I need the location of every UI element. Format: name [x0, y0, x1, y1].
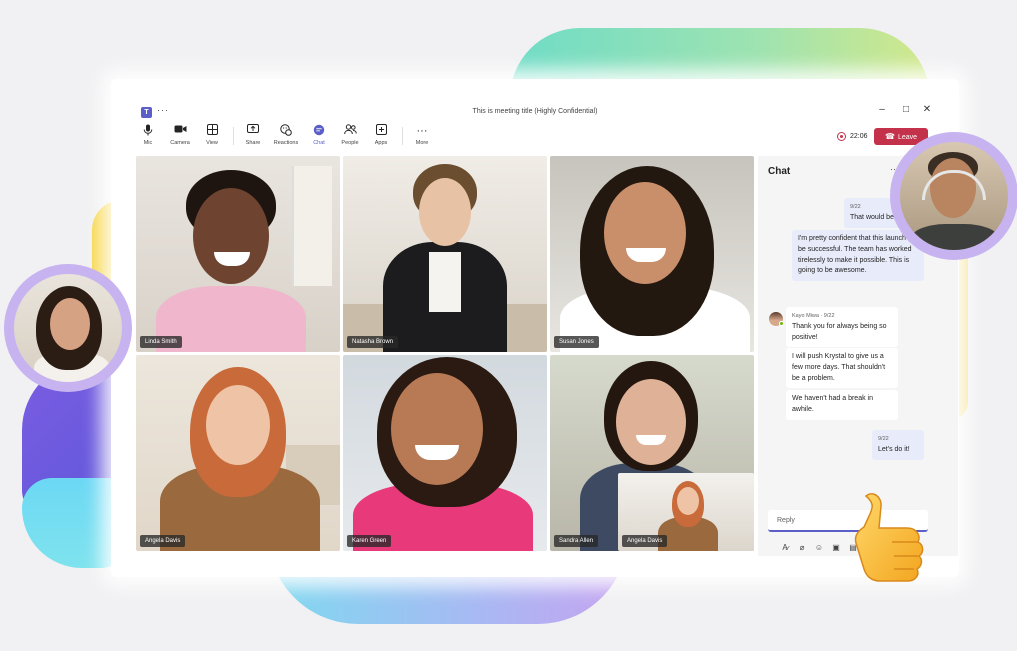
reactions-label: Reactions: [273, 140, 299, 146]
video-tile[interactable]: Natasha Brown: [343, 156, 547, 352]
participant-name: Sandra Allen: [554, 535, 599, 547]
thumbs-up-icon: [848, 490, 944, 594]
more-icon: ···: [416, 125, 428, 137]
message-time: 9/22: [878, 436, 889, 442]
mic-label: Mic: [143, 140, 153, 146]
people-icon: [333, 124, 367, 138]
view-label: View: [206, 140, 218, 146]
face: [419, 178, 471, 246]
share-label: Share: [245, 140, 261, 146]
hang-up-icon: ☎: [884, 132, 895, 141]
chat-message: 9/22 Let's do it!: [872, 430, 924, 460]
apps-label: Apps: [374, 140, 388, 146]
toolbar-divider: [233, 127, 234, 145]
meeting-title: This is meeting title (Highly Confidenti…: [472, 108, 598, 115]
floating-participant-avatar: [890, 132, 1017, 260]
apps-icon: [364, 124, 398, 138]
maximize-button[interactable]: □: [899, 104, 913, 115]
face: [50, 298, 90, 350]
participant-name: Linda Smith: [140, 336, 182, 348]
video-tile[interactable]: Angela Davis Sandra Allen: [550, 355, 754, 551]
face: [391, 373, 483, 485]
share-button[interactable]: Share: [236, 124, 270, 146]
self-view-video[interactable]: Angela Davis: [618, 473, 754, 551]
avatar: [14, 274, 122, 382]
shirt: [910, 224, 1000, 250]
chat-message: Kayo Miwa · 9/22 Thank you for always be…: [786, 307, 898, 348]
decorative-blob-blue: [22, 478, 122, 568]
face: [677, 487, 699, 515]
message-text: I'm pretty confident that this launch wi…: [798, 235, 918, 275]
minimize-button[interactable]: –: [875, 104, 889, 115]
face: [193, 188, 269, 284]
participant-video: [343, 355, 547, 551]
message-text: I will push Krystal to give us a few mor…: [792, 353, 886, 382]
close-button[interactable]: ✕: [920, 104, 934, 115]
video-tile[interactable]: Susan Jones: [550, 156, 754, 352]
message-text: Let's do it!: [878, 445, 910, 453]
apps-button[interactable]: Apps: [364, 124, 398, 146]
leave-label: Leave: [897, 134, 918, 141]
recording-icon: [837, 132, 846, 141]
message-text: Thank you for always being so positive!: [792, 322, 887, 341]
grid-view-icon: [195, 124, 229, 138]
meeting-toolbar: Mic Camera View Share Reactions Chat Peo…: [111, 124, 959, 154]
participant-video: [136, 156, 340, 352]
participant-name: Angela Davis: [140, 535, 186, 547]
format-icon[interactable]: A̷: [778, 543, 792, 552]
message-text: We haven't had a break in awhile.: [792, 395, 873, 413]
participant-name: Natasha Brown: [347, 336, 399, 348]
title-bar: T ··· This is meeting title (Highly Conf…: [111, 79, 959, 118]
face: [604, 182, 686, 284]
participant-video: [550, 156, 754, 352]
gif-icon[interactable]: ▣: [829, 543, 843, 552]
participant-name: Karen Green: [347, 535, 392, 547]
share-screen-icon: [236, 124, 270, 138]
chat-button[interactable]: Chat: [302, 124, 336, 146]
view-button[interactable]: View: [195, 124, 229, 146]
microphone-icon: [131, 124, 165, 138]
blouse: [429, 252, 461, 312]
bookshelf: [292, 166, 332, 286]
video-grid: Linda Smith Natasha Brown Susan Jones An…: [136, 156, 757, 552]
attach-icon[interactable]: ⌀: [795, 543, 809, 552]
participant-name: Susan Jones: [554, 336, 599, 348]
chat-message: We haven't had a break in awhile.: [786, 390, 898, 420]
more-label: More: [415, 140, 429, 146]
chat-icon: [302, 124, 336, 138]
camera-button[interactable]: Camera: [163, 124, 197, 146]
reactions-icon: [269, 124, 303, 138]
video-tile[interactable]: Karen Green: [343, 355, 547, 551]
more-button[interactable]: ··· More: [405, 124, 439, 146]
self-view-name: Angela Davis: [622, 535, 668, 547]
mic-button[interactable]: Mic: [131, 124, 165, 146]
floating-participant-avatar: [4, 264, 132, 392]
face: [206, 385, 270, 465]
emoji-icon[interactable]: ☺: [812, 543, 826, 552]
camera-icon: [163, 124, 197, 138]
video-tile[interactable]: Angela Davis: [136, 355, 340, 551]
participant-video: [136, 355, 340, 551]
meeting-window: T ··· This is meeting title (Highly Conf…: [111, 79, 959, 577]
camera-label: Camera: [170, 140, 190, 146]
message-sender: Kayo Miwa · 9/22: [792, 313, 835, 319]
avatar: [900, 142, 1008, 250]
people-button[interactable]: People: [333, 124, 367, 146]
meeting-timer: 22:06: [850, 133, 868, 140]
participant-video: [343, 156, 547, 352]
face: [616, 379, 686, 465]
reactions-button[interactable]: Reactions: [269, 124, 303, 146]
reply-placeholder: Reply: [777, 517, 795, 524]
chat-title: Chat: [768, 166, 791, 177]
toolbar-divider: [402, 127, 403, 145]
chat-message: I'm pretty confident that this launch wi…: [792, 230, 924, 282]
video-tile[interactable]: Linda Smith: [136, 156, 340, 352]
chat-message: I will push Krystal to give us a few mor…: [786, 348, 898, 389]
presence-available-icon: [779, 321, 784, 326]
people-label: People: [341, 140, 359, 146]
chat-label: Chat: [313, 140, 325, 146]
